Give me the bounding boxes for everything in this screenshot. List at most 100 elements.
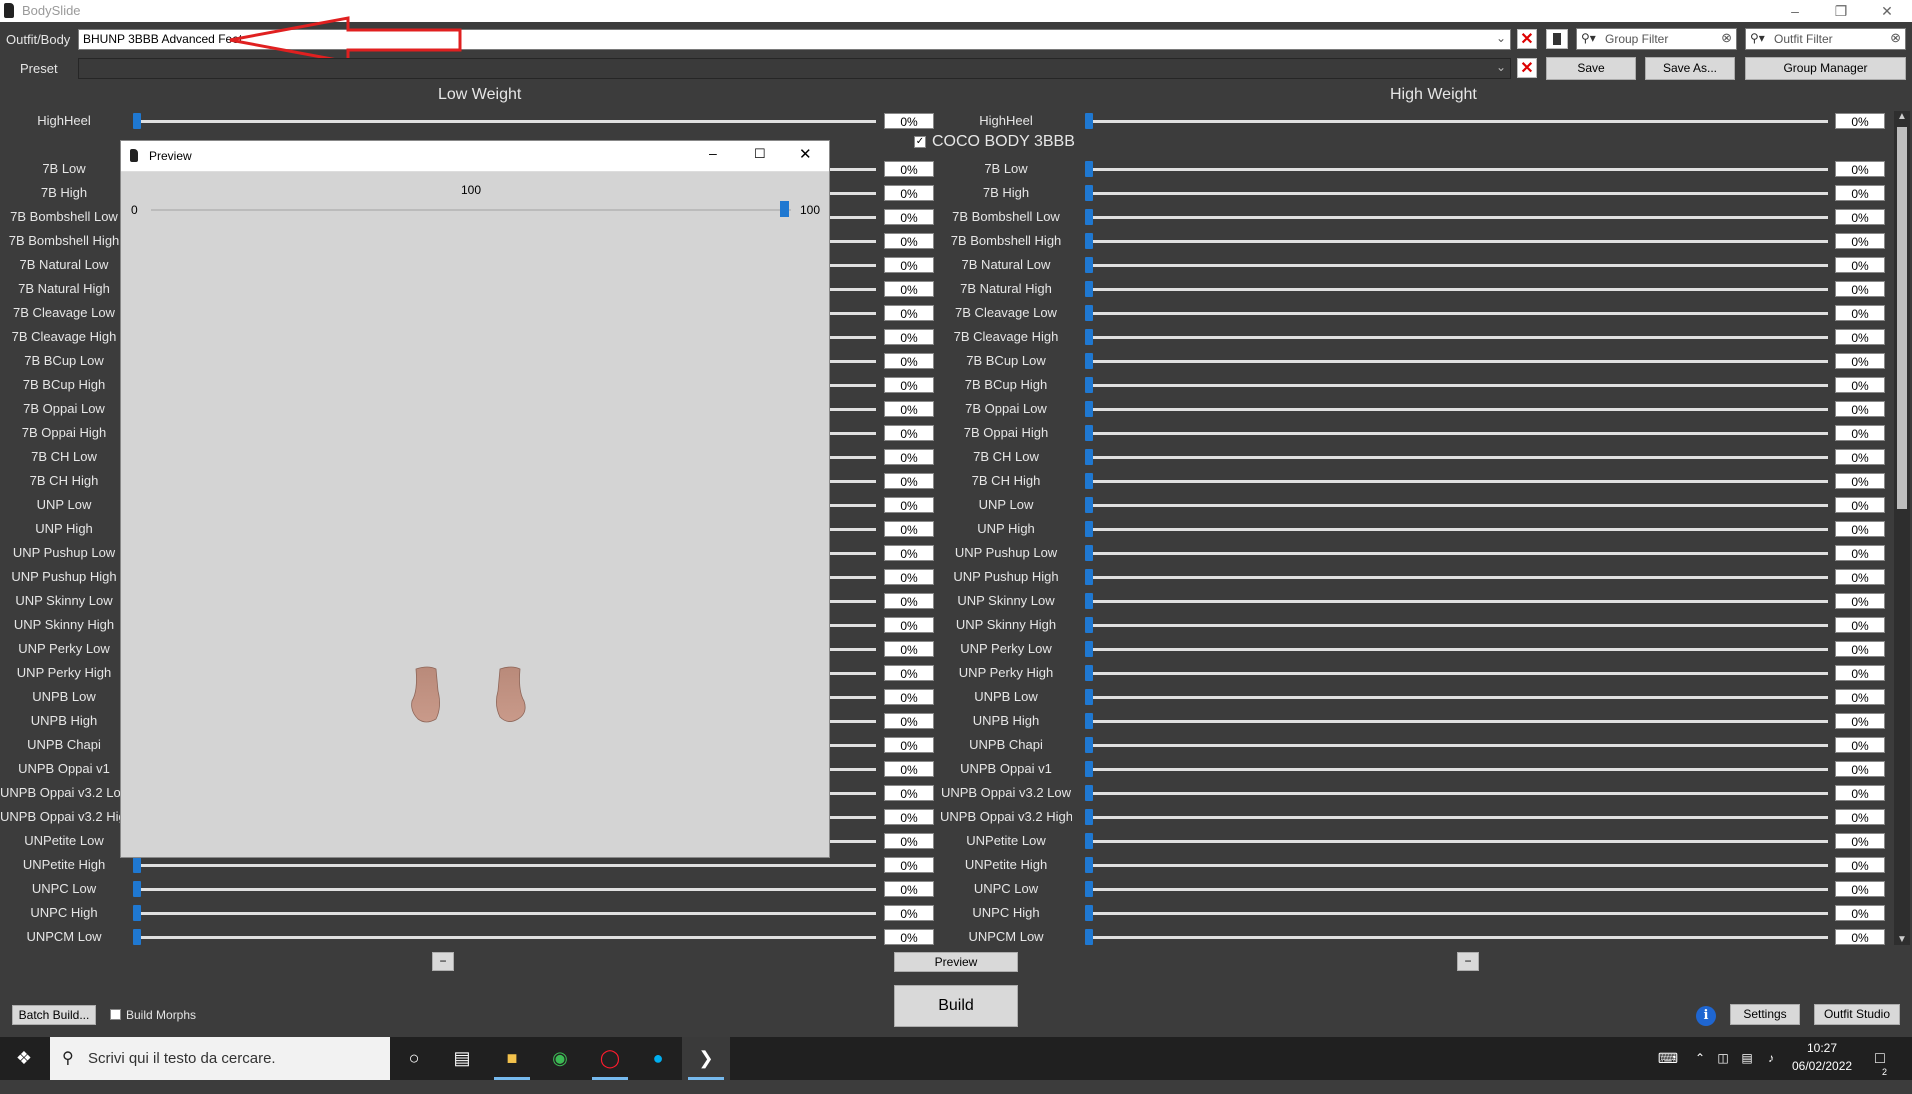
slider-track-high[interactable] [1088, 384, 1828, 387]
scrollbar[interactable]: ▲ ▼ [1894, 111, 1910, 945]
pick-outfit-icon[interactable] [1546, 29, 1568, 49]
build-morphs-checkbox[interactable] [110, 1009, 121, 1020]
zoom-out-high-button[interactable]: − [1457, 952, 1479, 971]
slider-thumb-high[interactable] [1085, 713, 1093, 729]
scroll-down-icon[interactable]: ▼ [1897, 934, 1907, 945]
group-filter-input[interactable]: ⚲▾ Group Filter ⊗ [1576, 28, 1737, 50]
slider-track-high[interactable] [1088, 528, 1828, 531]
slider-value-low[interactable]: 0% [884, 593, 934, 609]
slider-value-low[interactable]: 0% [884, 809, 934, 825]
skype-icon[interactable]: ● [634, 1037, 682, 1080]
volume-icon[interactable]: ♪ [1760, 1037, 1782, 1080]
slider-value-low[interactable]: 0% [884, 905, 934, 921]
slider-thumb-high[interactable] [1085, 377, 1093, 393]
slider-track-low[interactable] [136, 888, 876, 891]
slider-value-high[interactable]: 0% [1835, 929, 1885, 945]
slider-value-low[interactable]: 0% [884, 401, 934, 417]
slider-thumb-high[interactable] [1085, 185, 1093, 201]
slider-thumb-high[interactable] [1085, 881, 1093, 897]
close-icon[interactable]: ✕ [799, 145, 812, 163]
slider-track-high[interactable] [1088, 216, 1828, 219]
slider-track-high[interactable] [1088, 936, 1828, 939]
slider-thumb-high[interactable] [1085, 737, 1093, 753]
slider-thumb-low[interactable] [133, 905, 141, 921]
slider-value-high[interactable]: 0% [1835, 713, 1885, 729]
slider-value-high[interactable]: 0% [1835, 737, 1885, 753]
slider-value-high[interactable]: 0% [1835, 425, 1885, 441]
slider-value-high[interactable]: 0% [1835, 113, 1885, 129]
minimize-icon[interactable]: – [709, 145, 717, 161]
opera-icon[interactable]: ◯ [586, 1037, 634, 1080]
slider-track-high[interactable] [1088, 456, 1828, 459]
slider-value-low[interactable]: 0% [884, 641, 934, 657]
slider-track-high[interactable] [1088, 480, 1828, 483]
slider-value-high[interactable]: 0% [1835, 329, 1885, 345]
taskbar-search-box[interactable]: ⚲ Scrivi qui il testo da cercare. [50, 1037, 390, 1080]
slider-track-high[interactable] [1088, 840, 1828, 843]
slider-thumb-high[interactable] [1085, 545, 1093, 561]
bodyslide-taskbar-icon[interactable]: ❯ [682, 1037, 730, 1080]
slider-track-high[interactable] [1088, 312, 1828, 315]
slider-value-low[interactable]: 0% [884, 569, 934, 585]
slider-thumb-high[interactable] [1085, 809, 1093, 825]
slider-thumb-high[interactable] [1085, 497, 1093, 513]
slider-track-high[interactable] [1088, 288, 1828, 291]
slider-value-high[interactable]: 0% [1835, 353, 1885, 369]
slider-thumb-high[interactable] [1085, 833, 1093, 849]
slider-value-low[interactable]: 0% [884, 545, 934, 561]
slider-value-high[interactable]: 0% [1835, 209, 1885, 225]
slider-thumb-high[interactable] [1085, 329, 1093, 345]
slider-value-low[interactable]: 0% [884, 161, 934, 177]
slider-value-high[interactable]: 0% [1835, 521, 1885, 537]
slider-track-high[interactable] [1088, 168, 1828, 171]
save-as-button[interactable]: Save As... [1645, 57, 1735, 80]
preview-slider-thumb[interactable] [780, 201, 789, 217]
slider-track-high[interactable] [1088, 576, 1828, 579]
maximize-icon[interactable]: ☐ [754, 146, 766, 162]
batch-build-button[interactable]: Batch Build... [12, 1005, 96, 1025]
devices-icon[interactable]: ◫ [1712, 1037, 1734, 1080]
slider-track-high[interactable] [1088, 432, 1828, 435]
slider-value-low[interactable]: 0% [884, 329, 934, 345]
slider-track-high[interactable] [1088, 696, 1828, 699]
slider-track-high[interactable] [1088, 792, 1828, 795]
slider-value-high[interactable]: 0% [1835, 593, 1885, 609]
scroll-up-icon[interactable]: ▲ [1897, 111, 1907, 122]
slider-value-high[interactable]: 0% [1835, 809, 1885, 825]
minimize-icon[interactable]: – [1772, 0, 1818, 22]
slider-track-high[interactable] [1088, 816, 1828, 819]
slider-value-high[interactable]: 0% [1835, 281, 1885, 297]
slider-track-high[interactable] [1088, 768, 1828, 771]
slider-thumb-high[interactable] [1085, 161, 1093, 177]
slider-track-high[interactable] [1088, 360, 1828, 363]
slider-thumb-high[interactable] [1085, 209, 1093, 225]
slider-thumb-high[interactable] [1085, 473, 1093, 489]
slider-value-low[interactable]: 0% [884, 713, 934, 729]
group-checkbox[interactable]: ✓ [914, 136, 926, 148]
slider-value-low[interactable]: 0% [884, 209, 934, 225]
group-manager-button[interactable]: Group Manager [1745, 57, 1906, 80]
slider-value-high[interactable]: 0% [1835, 545, 1885, 561]
slider-thumb-high[interactable] [1085, 929, 1093, 945]
slider-value-low[interactable]: 0% [884, 185, 934, 201]
slider-value-high[interactable]: 0% [1835, 497, 1885, 513]
slider-value-low[interactable]: 0% [884, 449, 934, 465]
slider-thumb-high[interactable] [1085, 353, 1093, 369]
slider-track-high[interactable] [1088, 192, 1828, 195]
slider-value-low[interactable]: 0% [884, 689, 934, 705]
slider-thumb-high[interactable] [1085, 905, 1093, 921]
slider-value-low[interactable]: 0% [884, 833, 934, 849]
slider-track-low[interactable] [136, 120, 876, 123]
slider-thumb-high[interactable] [1085, 113, 1093, 129]
slider-thumb-high[interactable] [1085, 665, 1093, 681]
slider-value-low[interactable]: 0% [884, 305, 934, 321]
slider-value-low[interactable]: 0% [884, 881, 934, 897]
scrollbar-thumb[interactable] [1897, 127, 1907, 509]
slider-thumb-low[interactable] [133, 857, 141, 873]
file-explorer-icon[interactable]: ■ [488, 1037, 536, 1080]
slider-value-low[interactable]: 0% [884, 473, 934, 489]
slider-value-high[interactable]: 0% [1835, 257, 1885, 273]
task-view-icon[interactable]: ▤ [438, 1037, 486, 1080]
outfit-studio-button[interactable]: Outfit Studio [1814, 1004, 1900, 1025]
slider-value-high[interactable]: 0% [1835, 449, 1885, 465]
